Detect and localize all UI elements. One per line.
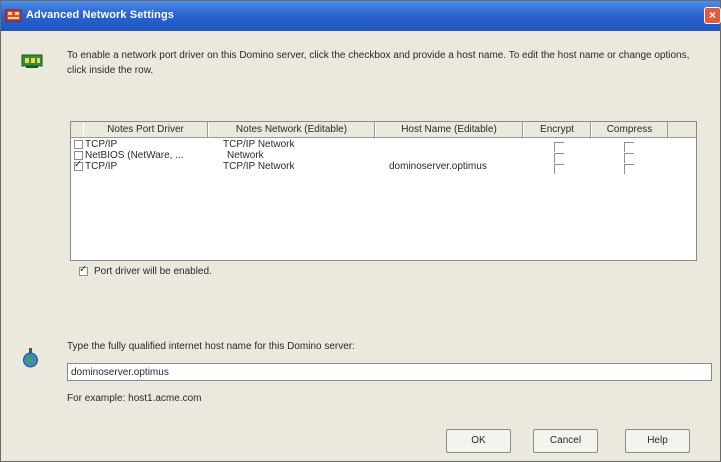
close-button[interactable]: × [704,7,721,24]
port-driver-table[interactable]: Notes Port Driver Notes Network (Editabl… [70,121,697,261]
network-settings-icon [5,9,22,22]
column-header-host-name[interactable]: Host Name (Editable) [375,122,523,137]
table-row[interactable]: TCP/IP TCP/IP Network [71,139,696,152]
help-button[interactable]: Help [625,429,690,453]
enable-driver-checkbox[interactable] [74,159,83,171]
driver-name: TCP/IP [85,161,118,172]
enable-driver-checkbox[interactable] [74,140,83,149]
title-bar[interactable]: Advanced Network Settings × [1,1,721,31]
encrypt-checkbox[interactable] [554,164,564,174]
network-name[interactable]: Network [227,150,264,161]
table-row[interactable]: NetBIOS (NetWare, ... Network [71,150,696,163]
driver-name: NetBIOS (NetWare, ... [85,150,184,161]
ok-button[interactable]: OK [446,429,511,453]
column-header-encrypt[interactable]: Encrypt [523,122,591,137]
driver-name: TCP/IP [85,139,118,150]
host-name-prompt: Type the fully qualified internet host n… [67,341,355,352]
compress-checkbox[interactable] [624,164,634,174]
column-header-notes-network[interactable]: Notes Network (Editable) [208,122,375,137]
table-row[interactable]: TCP/IP TCP/IP Network dominoserver.optim… [71,159,696,174]
network-card-icon [21,54,43,68]
port-driver-enabled-checkbox[interactable] [79,264,88,276]
table-header: Notes Port Driver Notes Network (Editabl… [71,122,696,138]
network-name[interactable]: TCP/IP Network [223,139,295,150]
window-title: Advanced Network Settings [26,9,174,21]
globe-icon [23,348,38,368]
intro-instructions: To enable a network port driver on this … [67,50,690,76]
host-name-input[interactable] [67,363,712,381]
column-header-port-driver[interactable]: Notes Port Driver [83,122,208,137]
host-name-cell[interactable]: dominoserver.optimus [389,161,487,172]
host-name-example: For example: host1.acme.com [67,393,202,404]
cancel-button[interactable]: Cancel [533,429,598,453]
column-header-compress[interactable]: Compress [591,122,668,137]
network-name[interactable]: TCP/IP Network [223,161,295,172]
advanced-network-settings-dialog: Advanced Network Settings × To enable a … [0,0,721,462]
port-driver-enabled-label: Port driver will be enabled. [94,266,212,277]
